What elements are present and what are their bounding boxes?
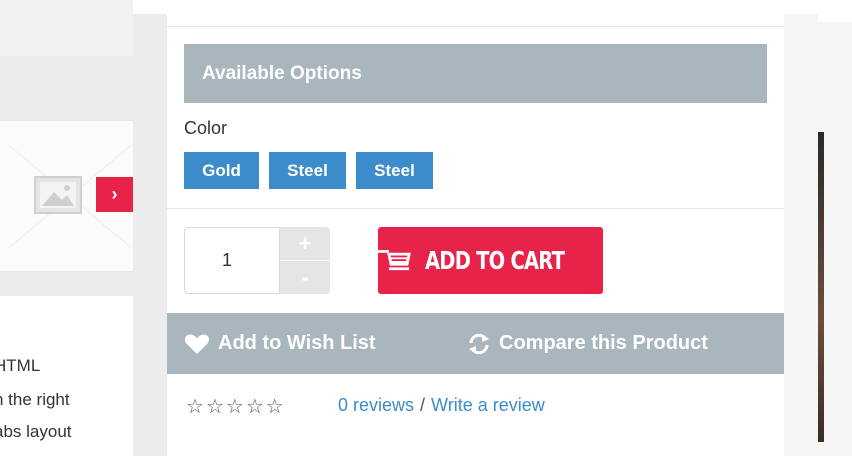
heart-icon [184,334,210,354]
star-icon: ☆ [186,396,204,418]
compare-product-link[interactable]: Compare this Product [467,313,708,374]
write-review-link[interactable]: Write a review [431,395,545,416]
options-divider [167,208,784,209]
refresh-icon [469,333,489,354]
left-gap [0,272,133,296]
color-option-label: Color [184,118,228,138]
product-description: HTML n the right abs layout [0,296,133,456]
quantity-decrease-button[interactable]: - [280,261,330,294]
compare-label: Compare this Product [499,332,708,354]
left-gray-band [0,56,133,120]
star-icon: ☆ [205,396,224,418]
add-to-cart-label: ADD TO CART [424,246,565,275]
gallery-next-button[interactable]: › [96,177,133,212]
cart-icon [378,249,411,270]
star-rating: ☆ ☆ ☆ ☆ ☆ [186,394,284,419]
description-line: abs layout [0,422,72,441]
color-option-steel[interactable]: Steel [269,152,346,189]
right-top-area [818,0,852,22]
color-option-gold[interactable]: Gold [184,152,259,189]
star-icon: ☆ [245,396,264,418]
quantity-input[interactable]: 1 [184,227,280,294]
star-icon: ☆ [225,396,244,418]
description-line: HTML [0,356,41,375]
reviews-links: 0 reviews / Write a review [338,395,545,416]
wishlist-label: Add to Wish List [218,332,376,354]
reviews-separator: / [420,395,426,415]
image-placeholder-icon [34,176,82,214]
add-to-cart-button[interactable]: ADD TO CART [378,227,603,294]
left-top-area [0,0,133,56]
right-image-edge [818,132,824,442]
add-to-wishlist-link[interactable]: Add to Wish List [184,313,376,374]
color-option-steel[interactable]: Steel [356,152,433,189]
reviews-count-link[interactable]: 0 reviews [338,395,414,416]
star-icon: ☆ [265,396,284,418]
available-options-header: Available Options [184,44,767,103]
panel-divider [167,26,784,27]
quantity-increase-button[interactable]: + [280,227,330,260]
description-line: n the right [0,390,70,409]
